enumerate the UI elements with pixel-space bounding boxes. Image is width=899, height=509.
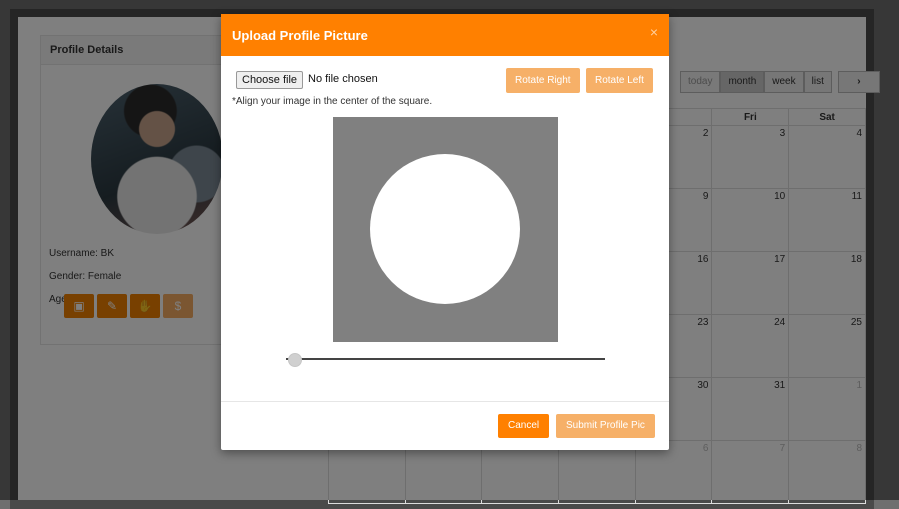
- align-hint: *Align your image in the center of the s…: [232, 96, 433, 107]
- crop-circle[interactable]: [370, 154, 520, 304]
- rotate-left-button[interactable]: Rotate Left: [586, 68, 653, 93]
- modal-footer-divider: [221, 401, 669, 402]
- close-icon[interactable]: ×: [650, 24, 658, 40]
- modal-header: Upload Profile Picture ×: [221, 14, 669, 56]
- modal-title: Upload Profile Picture: [232, 28, 368, 43]
- zoom-slider-thumb[interactable]: [288, 353, 302, 367]
- submit-profile-pic-button[interactable]: Submit Profile Pic: [556, 414, 655, 438]
- cancel-button[interactable]: Cancel: [498, 414, 550, 438]
- file-status: No file chosen: [308, 73, 378, 85]
- upload-profile-picture-modal: Upload Profile Picture × Choose file No …: [221, 14, 669, 450]
- rotate-right-button[interactable]: Rotate Right: [506, 68, 580, 93]
- zoom-slider-track[interactable]: [286, 358, 605, 360]
- choose-file-button[interactable]: Choose file: [236, 71, 304, 89]
- crop-area[interactable]: [333, 117, 558, 342]
